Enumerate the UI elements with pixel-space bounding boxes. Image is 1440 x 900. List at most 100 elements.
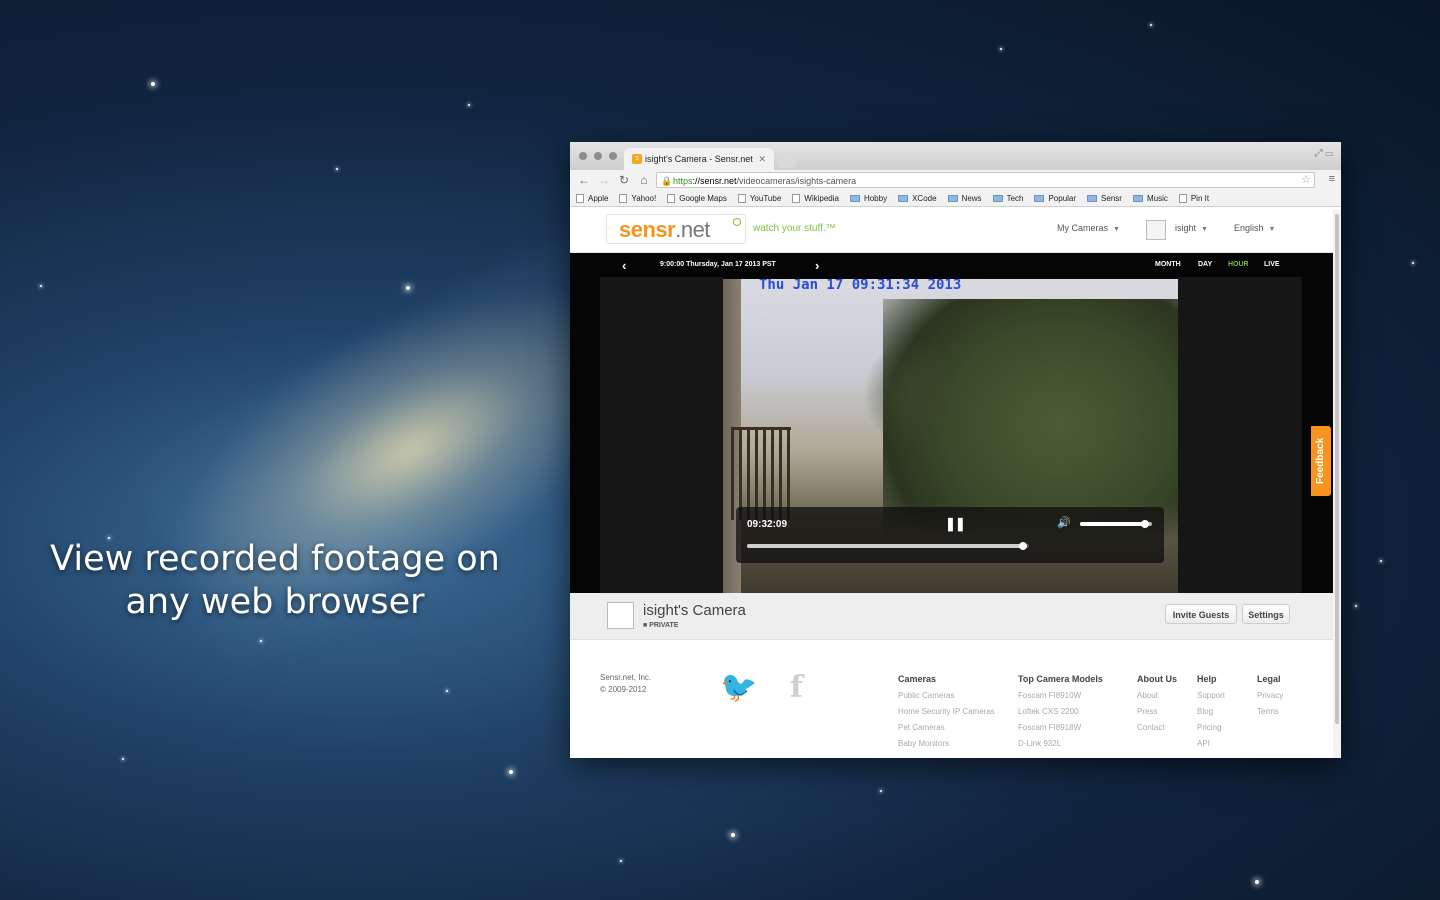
- footer-link[interactable]: Support: [1197, 691, 1225, 700]
- reload-icon[interactable]: ↻: [618, 173, 630, 187]
- language-menu[interactable]: English ▼: [1234, 223, 1275, 233]
- bookmark-yahoo-[interactable]: Yahoo!: [619, 193, 657, 203]
- bookmark-wikipedia[interactable]: Wikipedia: [792, 193, 839, 203]
- user-label: isight: [1175, 223, 1197, 233]
- footer-heading: Legal: [1257, 674, 1281, 684]
- bookmark-star-icon[interactable]: ☆: [1301, 173, 1311, 186]
- sensr-logo[interactable]: sensr.net: [606, 214, 746, 244]
- bookmark-apple[interactable]: Apple: [576, 193, 608, 203]
- settings-button[interactable]: Settings: [1242, 604, 1290, 624]
- footer-link[interactable]: D-Link 932L: [1018, 739, 1103, 748]
- footer-link[interactable]: Loftek CXS 2200: [1018, 707, 1103, 716]
- tab-close-icon[interactable]: ✕: [758, 154, 766, 165]
- scrollbar-thumb[interactable]: [1335, 214, 1339, 724]
- footer-link[interactable]: Press: [1137, 707, 1177, 716]
- privacy-badge: ■ PRIVATE: [643, 622, 679, 629]
- footer-link[interactable]: Privacy: [1257, 691, 1283, 700]
- chevron-down-icon: ▼: [1268, 226, 1276, 233]
- footer-link[interactable]: Contact: [1137, 723, 1177, 732]
- chevron-down-icon: ▼: [1201, 226, 1208, 233]
- bookmark-music[interactable]: Music: [1132, 193, 1168, 203]
- user-menu[interactable]: isight ▼: [1175, 223, 1208, 233]
- bookmark-label: XCode: [912, 193, 937, 203]
- seek-bar[interactable]: [747, 542, 1029, 550]
- footer-col-help: Help Support Blog Pricing API: [1197, 674, 1225, 755]
- facebook-icon[interactable]: f: [790, 670, 803, 705]
- language-label: English: [1234, 223, 1264, 233]
- next-range-button[interactable]: ›: [815, 258, 819, 273]
- footer-heading: About Us: [1137, 674, 1177, 684]
- bookmark-label: YouTube: [749, 193, 782, 203]
- bookmark-label: Yahoo!: [631, 193, 657, 203]
- bookmark-sensr[interactable]: Sensr: [1087, 194, 1122, 203]
- bookmark-label: Tech: [1006, 193, 1024, 203]
- page-icon: [737, 193, 746, 203]
- fullscreen-icon[interactable]: ⤢ ▭: [1315, 148, 1333, 159]
- bookmark-label: Wikipedia: [804, 193, 839, 203]
- close-window-button[interactable]: [579, 152, 587, 160]
- back-icon[interactable]: ←: [578, 173, 590, 187]
- view-hour[interactable]: HOUR: [1228, 261, 1249, 268]
- page-icon: [1178, 193, 1187, 203]
- footer-col-cameras: Cameras Public Cameras Home Security IP Ca…: [898, 674, 995, 755]
- bookmark-popular[interactable]: Popular: [1034, 194, 1076, 203]
- invite-guests-button[interactable]: Invite Guests: [1165, 604, 1237, 624]
- volume-knob[interactable]: [1140, 520, 1149, 528]
- tab-title: isight's Camera - Sensr.net: [645, 154, 753, 164]
- footer-link[interactable]: API: [1197, 739, 1225, 748]
- page-scrollbar[interactable]: [1333, 210, 1341, 758]
- bookmark-pin-it[interactable]: Pin It: [1178, 193, 1210, 203]
- caption-line-1: View recorded footage on: [50, 539, 500, 579]
- bookmark-hobby[interactable]: Hobby: [849, 193, 888, 203]
- minimize-window-button[interactable]: [594, 152, 602, 160]
- footer-link[interactable]: Public Cameras: [898, 691, 995, 700]
- footer-link[interactable]: Baby Monitors: [898, 739, 995, 748]
- view-month[interactable]: MONTH: [1155, 261, 1181, 268]
- twitter-icon[interactable]: 🐦: [720, 670, 757, 705]
- seek-knob[interactable]: [1019, 542, 1028, 550]
- folder-icon: [1034, 194, 1045, 202]
- prev-range-button[interactable]: ‹: [622, 258, 626, 273]
- bookmark-label: Hobby: [863, 193, 888, 203]
- footer-link[interactable]: Foscam FI8910W: [1018, 691, 1103, 700]
- video-frame[interactable]: Thu Jan 17 09:31:34 2013 09:32:09 ❚❚ 🔊: [723, 279, 1178, 593]
- url-path: /videocameras/isights-camera: [736, 176, 857, 186]
- footer-link[interactable]: Pricing: [1197, 723, 1225, 732]
- home-icon[interactable]: ⌂: [638, 173, 650, 187]
- page-icon: [792, 193, 801, 203]
- browser-tab[interactable]: s isight's Camera - Sensr.net ✕: [624, 148, 774, 170]
- bookmark-xcode[interactable]: XCode: [898, 193, 937, 203]
- footer-link[interactable]: Pet Cameras: [898, 723, 995, 732]
- new-tab-button[interactable]: [778, 154, 796, 168]
- browser-window: s isight's Camera - Sensr.net ✕ ⤢ ▭ ← → …: [570, 142, 1341, 758]
- folder-icon: [849, 194, 860, 202]
- bookmark-tech[interactable]: Tech: [992, 193, 1024, 203]
- volume-fill: [1080, 522, 1145, 526]
- footer-link[interactable]: Foscam FI8918W: [1018, 723, 1103, 732]
- user-avatar[interactable]: [1146, 220, 1166, 240]
- view-day[interactable]: DAY: [1198, 261, 1212, 268]
- footer-link[interactable]: About: [1137, 691, 1177, 700]
- volume-icon[interactable]: 🔊: [1057, 516, 1071, 529]
- bookmark-google-maps[interactable]: Google Maps: [667, 193, 727, 203]
- volume-slider[interactable]: [1080, 520, 1152, 528]
- tagline: watch your stuff.™: [753, 223, 836, 234]
- feedback-tab[interactable]: Feedback: [1311, 426, 1331, 496]
- view-live[interactable]: LIVE: [1264, 261, 1280, 268]
- bookmark-news[interactable]: News: [947, 193, 982, 203]
- bookmark-label: News: [961, 193, 982, 203]
- pause-icon[interactable]: ❚❚: [945, 516, 966, 532]
- footer-link[interactable]: Terms: [1257, 707, 1283, 716]
- menu-icon[interactable]: ≡: [1329, 173, 1335, 185]
- footer-col-about-us: About Us About Press Contact: [1137, 674, 1177, 739]
- bookmark-label: Music: [1146, 193, 1168, 203]
- forward-icon[interactable]: →: [598, 173, 610, 187]
- url-scheme: https: [673, 176, 693, 186]
- zoom-window-button[interactable]: [609, 152, 617, 160]
- my-cameras-menu[interactable]: My Cameras ▼: [1057, 223, 1120, 233]
- address-bar[interactable]: 🔒 https://sensr.net/videocameras/isights…: [656, 172, 1315, 188]
- bookmark-label: Pin It: [1190, 193, 1210, 203]
- footer-link[interactable]: Blog: [1197, 707, 1225, 716]
- bookmark-youtube[interactable]: YouTube: [737, 193, 782, 203]
- footer-link[interactable]: Home Security IP Cameras: [898, 707, 995, 716]
